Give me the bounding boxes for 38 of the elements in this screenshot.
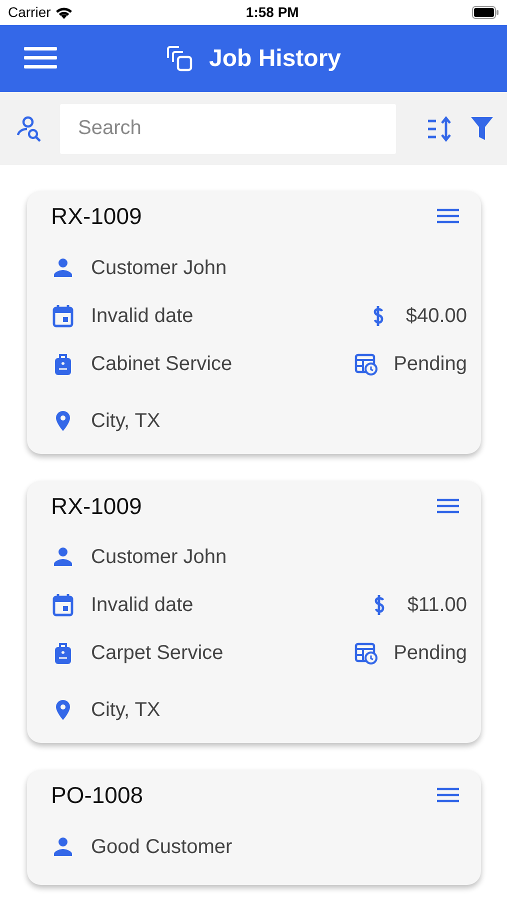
job-location: City, TX bbox=[91, 698, 160, 723]
carrier-label: Carrier bbox=[8, 3, 51, 22]
search-field[interactable]: Search bbox=[60, 104, 396, 154]
person-icon bbox=[51, 256, 75, 280]
person-icon bbox=[51, 545, 75, 569]
job-location: City, TX bbox=[91, 408, 160, 434]
menu-icon[interactable] bbox=[437, 498, 459, 514]
customer-name: Customer John bbox=[91, 256, 227, 280]
service-name: Carpet Service bbox=[91, 641, 224, 666]
customer-name: Customer John bbox=[91, 545, 227, 570]
menu-button[interactable] bbox=[24, 47, 57, 69]
menu-icon[interactable] bbox=[437, 208, 459, 224]
job-status: Pending bbox=[394, 352, 467, 376]
job-number: RX-1009 bbox=[51, 492, 142, 520]
job-card[interactable]: PO-1008 Good Customer bbox=[27, 770, 481, 884]
job-amount: $40.00 bbox=[406, 304, 467, 328]
person-icon bbox=[51, 834, 75, 858]
job-card[interactable]: RX-1009 Customer John Invalid date $11.00 Carpet Service Pending City, TX bbox=[27, 480, 481, 743]
battery-icon bbox=[472, 6, 499, 19]
page-title: Job History bbox=[208, 44, 342, 74]
filter-icon[interactable] bbox=[471, 116, 493, 140]
calendar-icon bbox=[51, 593, 75, 617]
job-amount: $11.00 bbox=[407, 593, 467, 618]
job-number: PO-1008 bbox=[51, 781, 144, 810]
customer-name: Good Customer bbox=[91, 834, 232, 860]
schedule-icon bbox=[354, 352, 378, 376]
wifi-icon bbox=[54, 6, 73, 19]
job-number: RX-1009 bbox=[51, 202, 142, 231]
schedule-icon bbox=[354, 641, 378, 665]
copy-icon bbox=[166, 46, 193, 72]
menu-icon[interactable] bbox=[437, 787, 459, 804]
job-card[interactable]: RX-1009 Customer John Invalid date $40.00 Cabinet Service Pending City, TX bbox=[27, 191, 481, 454]
job-date: Invalid date bbox=[91, 304, 194, 328]
service-name: Cabinet Service bbox=[91, 352, 232, 376]
job-date: Invalid date bbox=[91, 593, 194, 618]
calendar-icon bbox=[51, 304, 75, 328]
clock-time: 1:58 PM bbox=[246, 3, 299, 22]
job-status: Pending bbox=[394, 641, 467, 666]
